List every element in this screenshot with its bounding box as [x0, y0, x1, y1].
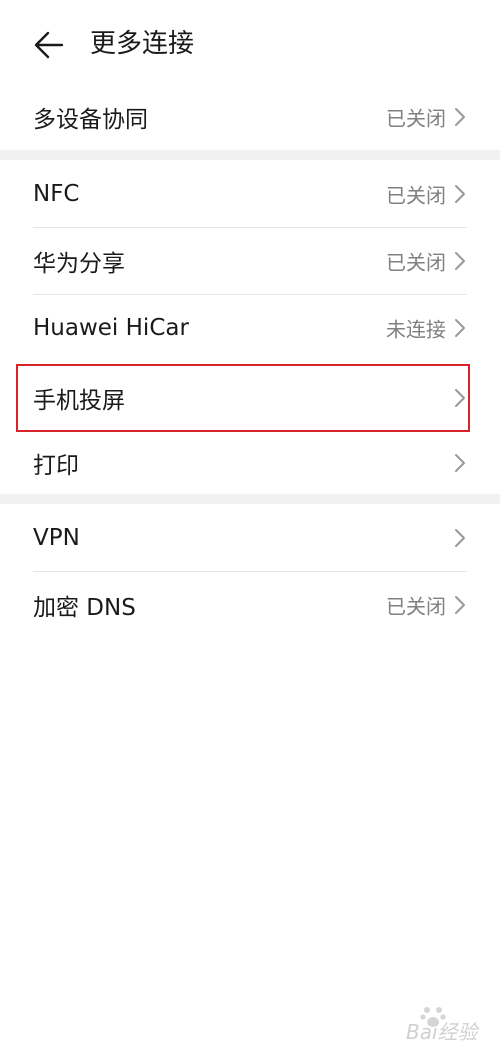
watermark-text: Bai经验 [406, 1020, 478, 1044]
item-status: 已关闭 [386, 250, 446, 275]
item-label: 加密 DNS [33, 595, 136, 621]
item-label: 华为分享 [33, 251, 125, 277]
item-label: VPN [33, 525, 80, 551]
item-label: 手机投屏 [33, 388, 125, 414]
page-title: 更多连接 [90, 29, 195, 59]
item-status: 已关闭 [386, 183, 446, 208]
settings-item-huawei-share[interactable]: 华为分享 已关闭 [0, 228, 500, 294]
chevron-right-icon [455, 454, 465, 472]
chevron-right-icon [455, 596, 465, 614]
settings-item-screen-projection[interactable]: 手机投屏 [0, 364, 500, 432]
item-label: 多设备协同 [33, 107, 148, 133]
settings-item-vpn[interactable]: VPN [0, 505, 500, 571]
chevron-right-icon [455, 389, 465, 407]
chevron-right-icon [455, 319, 465, 337]
section-gap [0, 494, 500, 504]
settings-item-hicar[interactable]: Huawei HiCar 未连接 [0, 295, 500, 361]
settings-item-nfc[interactable]: NFC 已关闭 [0, 161, 500, 227]
app-header: 更多连接 [0, 0, 500, 88]
chevron-right-icon [455, 252, 465, 270]
item-label: 打印 [33, 453, 79, 479]
settings-item-print[interactable]: 打印 [0, 430, 500, 496]
back-arrow-icon[interactable] [32, 28, 66, 62]
chevron-right-icon [455, 529, 465, 547]
settings-item-encrypted-dns[interactable]: 加密 DNS 已关闭 [0, 572, 500, 638]
item-status: 已关闭 [386, 594, 446, 619]
section-gap [0, 150, 500, 160]
chevron-right-icon [455, 185, 465, 203]
settings-item-multi-device[interactable]: 多设备协同 已关闭 [0, 84, 500, 150]
chevron-right-icon [455, 108, 465, 126]
item-label: NFC [33, 181, 80, 207]
baidu-watermark: Bai经验 [390, 1007, 490, 1048]
item-label: Huawei HiCar [33, 315, 189, 341]
item-status: 已关闭 [386, 106, 446, 131]
item-status: 未连接 [386, 317, 446, 342]
